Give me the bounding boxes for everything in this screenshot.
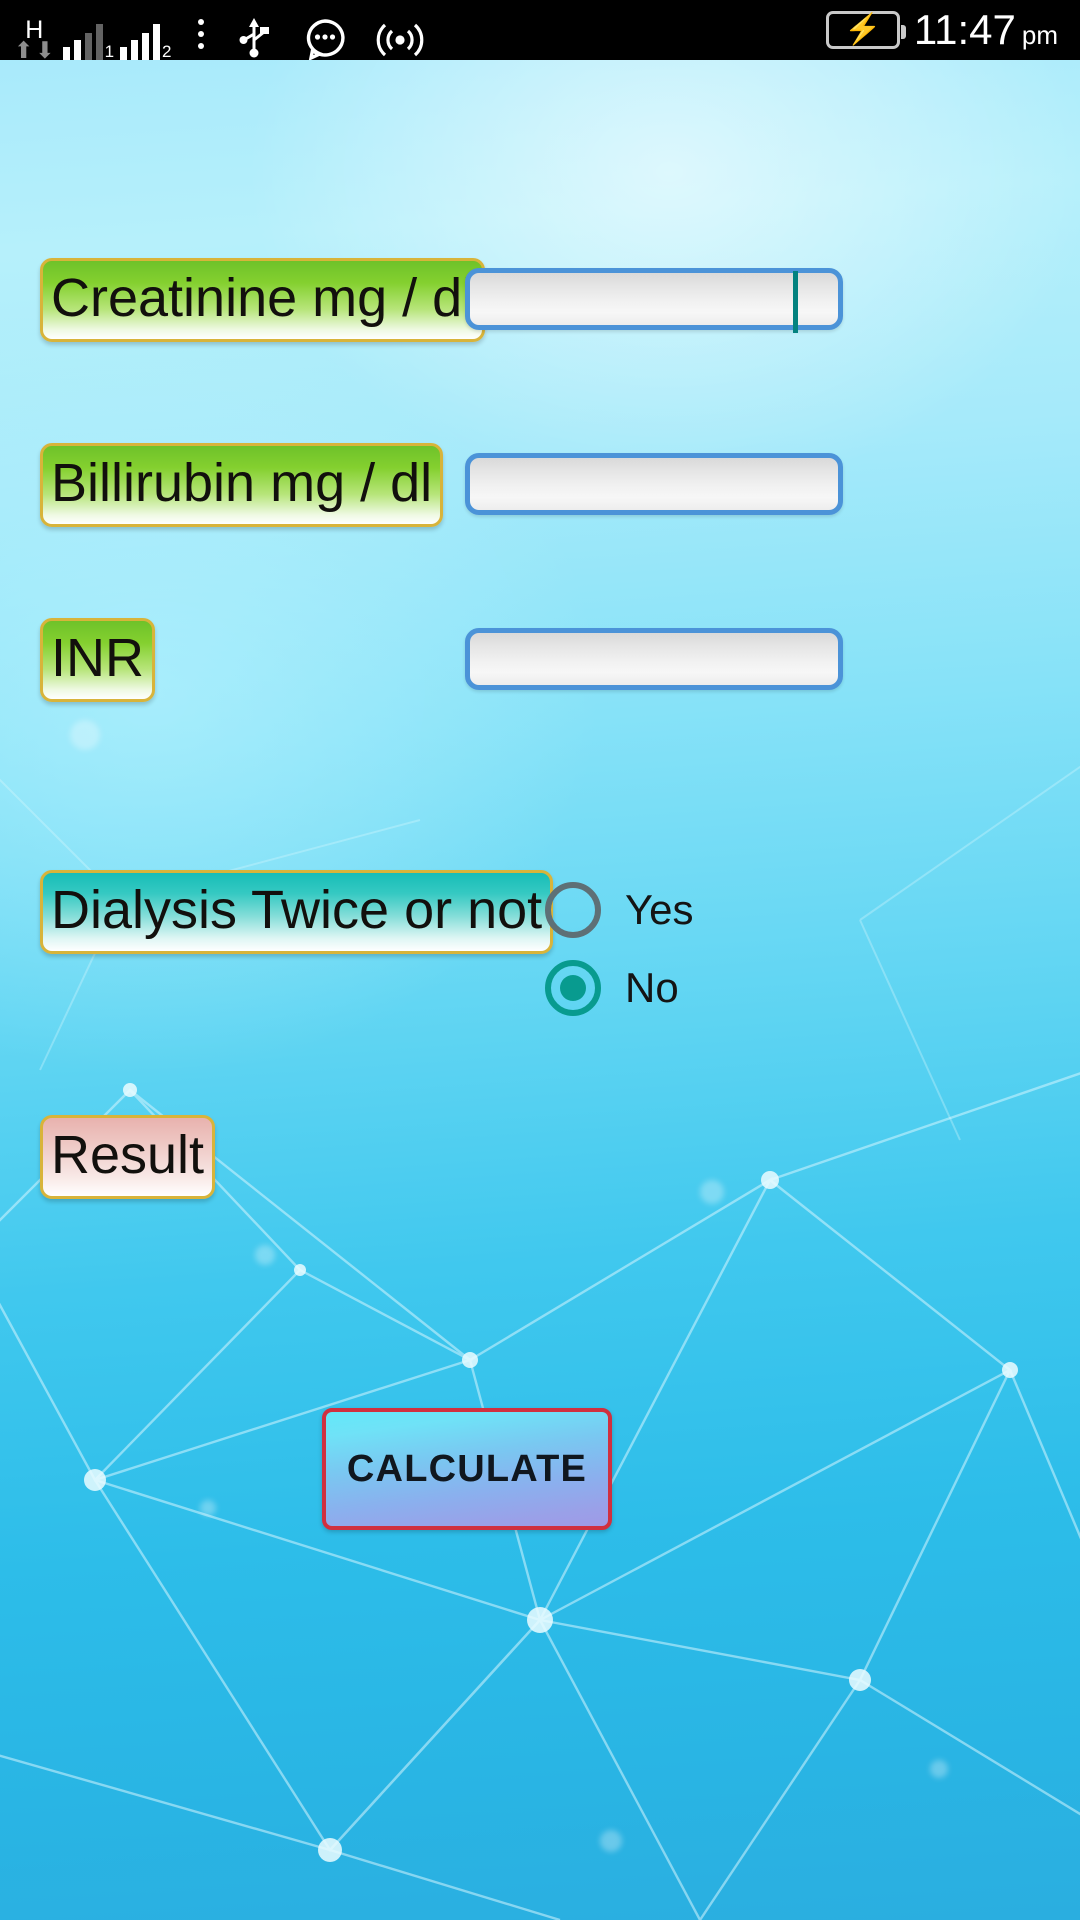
clock-meridiem: pm (1021, 20, 1058, 50)
row-inr: INR (40, 618, 155, 702)
label-billirubin: Billirubin mg / dl (40, 443, 444, 527)
label-result: Result (40, 1115, 216, 1199)
calculate-button[interactable]: CALCULATE (322, 1408, 612, 1530)
messages-icon (304, 18, 346, 60)
status-bar-clock: 11:47 pm (914, 6, 1058, 54)
field-wrap-billirubin (465, 453, 843, 515)
sim1-label: 1 (104, 42, 115, 61)
row-result: Result (40, 1115, 216, 1199)
status-bar: H ⬆ ⬇ 1 2 ⚡ 11:47 pm (0, 0, 1080, 63)
field-wrap-creatinine (465, 268, 843, 333)
app-screen: Creatinine mg / dl Billirubin mg / dl IN… (0, 60, 1080, 1920)
radio-no-icon[interactable] (545, 960, 601, 1016)
row-dialysis: Dialysis Twice or not (40, 870, 554, 954)
sim2-label: 2 (162, 42, 172, 61)
hotspot-icon (376, 20, 424, 60)
text-caret (793, 271, 798, 333)
label-inr: INR (40, 618, 155, 702)
field-wrap-inr (465, 628, 843, 690)
signal-sim2-icon: 2 (120, 8, 172, 61)
radio-yes-icon[interactable] (545, 882, 601, 938)
radio-no-label: No (625, 964, 679, 1011)
row-billirubin: Billirubin mg / dl (40, 443, 444, 527)
label-dialysis: Dialysis Twice or not (40, 870, 554, 954)
input-billirubin[interactable] (465, 453, 843, 515)
signal-sim1-icon: 1 (62, 8, 115, 61)
status-bar-right: ⚡ 11:47 pm (825, 6, 1080, 54)
network-hspa-icon: H ⬆ ⬇ (14, 8, 55, 63)
input-inr[interactable] (465, 628, 843, 690)
overflow-menu-icon (197, 8, 204, 60)
dialysis-radio-group: Yes No (545, 882, 694, 1016)
radio-option-no[interactable]: No (545, 960, 694, 1016)
clock-time: 11:47 (913, 6, 1016, 53)
row-creatinine: Creatinine mg / dl (40, 258, 486, 342)
charging-bolt-icon: ⚡ (844, 13, 882, 46)
usb-icon (234, 16, 274, 60)
battery-charging-icon: ⚡ (825, 11, 906, 49)
data-transfer-arrows-icon: ⬆ ⬇ (14, 37, 55, 63)
arrow-up-icon: ⬆ (14, 37, 34, 63)
label-creatinine: Creatinine mg / dl (40, 258, 486, 342)
status-bar-left: H ⬆ ⬇ 1 2 (0, 0, 424, 63)
radio-yes-label: Yes (625, 886, 694, 933)
radio-option-yes[interactable]: Yes (545, 882, 694, 938)
arrow-down-icon: ⬇ (35, 37, 55, 63)
input-creatinine[interactable] (465, 268, 843, 333)
